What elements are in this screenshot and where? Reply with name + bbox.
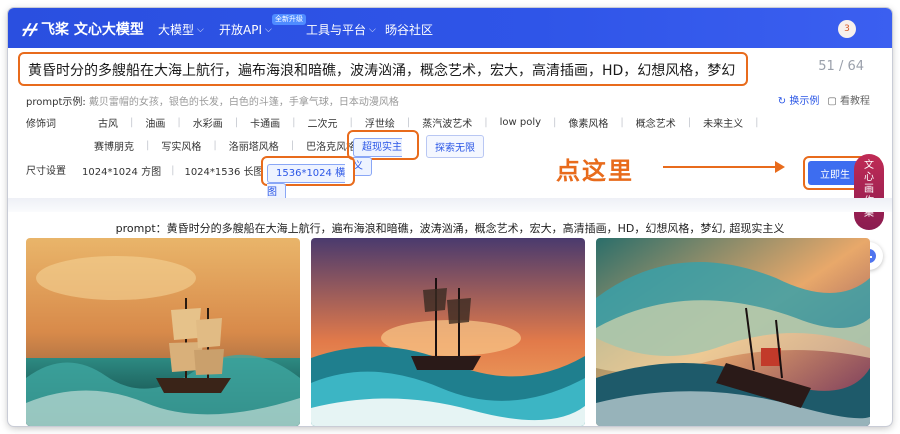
section-divider [8,198,892,212]
size-option-selected[interactable]: 1536*1024 横图 [267,164,346,202]
generated-image-2[interactable] [311,238,585,426]
modifiers-label: 修饰词 [26,119,56,130]
avatar[interactable]: 3 [838,20,856,38]
app-window: ᚋᚋ 飞桨 文心大模型 大模型 ⌵ 开放API ⌵ 全新升级 工具与平台 ⌵ 旸谷社区… [8,8,892,426]
nav-item-tools[interactable]: 工具与平台 ⌵ [306,21,376,38]
size-label: 尺寸设置 [26,166,66,177]
nav-item-open-api[interactable]: 开放API ⌵ [219,21,272,38]
chevron-down-icon: ⌵ [197,24,204,35]
generated-image-1[interactable] [26,238,300,426]
prompt-input-box[interactable]: 黄昏时分的多艘船在大海上航行，遍布海浪和暗礁，波涛汹涌，概念艺术，宏大，高清插画… [18,52,748,86]
nav-label: 工具与平台 [306,23,367,37]
logo-text: 飞桨 文心大模型 [40,22,144,38]
modifier-tag[interactable]: 像素风格 [556,115,620,130]
tutorial-button[interactable]: ▢ 看教程 [827,92,870,107]
generated-image-3[interactable] [596,238,870,426]
tag-separator: | [755,117,759,128]
nav-label: 旸谷社区 [385,23,434,37]
paddle-logo-icon: ᚋᚋ [22,20,36,38]
logo[interactable]: ᚋᚋ 飞桨 文心大模型 [22,19,144,39]
char-counter: 51 / 64 [818,59,864,74]
modifier-tag[interactable]: 蒸汽波艺术 [410,115,484,130]
modifier-tag[interactable]: 浮世绘 [353,115,407,130]
modifier-tag[interactable]: low poly [488,117,553,128]
modifier-tags-row2: 赛博朋克 | 写实风格 | 洛丽塔风格 | 巴洛克风格 [82,138,368,153]
nav-item-community[interactable]: 旸谷社区 [385,21,433,38]
modifier-tag[interactable]: 洛丽塔风格 [217,138,291,153]
modifier-tag[interactable]: 未来主义 [691,115,755,130]
modifier-tags-row1: 古风 | 油画 | 水彩画 | 卡通画 | 二次元 | 浮世绘 | 蒸汽波艺术 | low p… [86,115,759,130]
upgrade-badge: 全新升级 [272,14,306,25]
gallery-side-button[interactable]: 文 心 画 作 集 [854,154,884,230]
prompt-examples: prompt示例: 戴贝雷帽的女孩，银色的长发，白色的斗篷，手拿气球，日本动漫风… [26,93,399,108]
side-pill-char: 心 [864,172,874,183]
top-navbar: ᚋᚋ 飞桨 文心大模型 大模型 ⌵ 开放API ⌵ 全新升级 工具与平台 ⌵ 旸谷社区… [8,8,892,48]
refresh-label: 换示例 [789,96,820,107]
modifier-tag[interactable]: 油画 [133,115,177,130]
selected-modifier-highlight: 超现实主义 [347,130,419,176]
examples-label: prompt示例: [26,97,86,108]
modifier-tag[interactable]: 水彩画 [181,115,235,130]
chevron-down-icon: ⌵ [369,24,376,35]
modifier-tag[interactable]: 概念艺术 [624,115,688,130]
prompt-input[interactable]: 黄昏时分的多艘船在大海上航行，遍布海浪和暗礁，波涛汹涌，概念艺术，宏大，高清插画… [28,60,735,80]
chevron-down-icon: ⌵ [265,24,272,35]
selected-size-highlight: 1536*1024 横图 [261,156,355,202]
arrow-right-icon [663,161,785,173]
tutorial-label: 看教程 [840,96,870,107]
explore-button[interactable]: 探索无限 [426,135,484,158]
size-options: 1024*1024 方图| 1024*1536 长图| [72,163,277,178]
modifier-tag[interactable]: 二次元 [296,115,350,130]
modifier-tag-selected[interactable]: 超现实主义 [353,138,402,176]
side-pill-char: 文 [864,160,874,171]
nav-label: 开放API [219,23,262,37]
click-here-annotation: 点这里 [556,157,634,185]
side-pill-char: 画 [864,184,874,195]
modifier-tag[interactable]: 卡通画 [238,115,292,130]
size-option[interactable]: 1024*1024 方图 [72,163,171,178]
modifier-tag[interactable]: 古风 [86,115,130,130]
nav-item-models[interactable]: 大模型 ⌵ [158,21,204,38]
size-option[interactable]: 1024*1536 长图 [174,163,273,178]
result-prompt-caption: prompt：黄昏时分的多艘船在大海上航行，遍布海浪和暗礁，波涛汹涌，概念艺术，… [115,222,785,235]
modifier-tag[interactable]: 写实风格 [149,138,213,153]
examples-text[interactable]: 戴贝雷帽的女孩，银色的长发，白色的斗篷，手拿气球，日本动漫风格 [89,97,399,108]
refresh-examples-button[interactable]: ↻ 换示例 [778,92,820,107]
nav-label: 大模型 [158,23,195,37]
example-actions: ↻ 换示例 ▢ 看教程 [778,92,870,107]
modifier-tag[interactable]: 赛博朋克 [82,138,146,153]
